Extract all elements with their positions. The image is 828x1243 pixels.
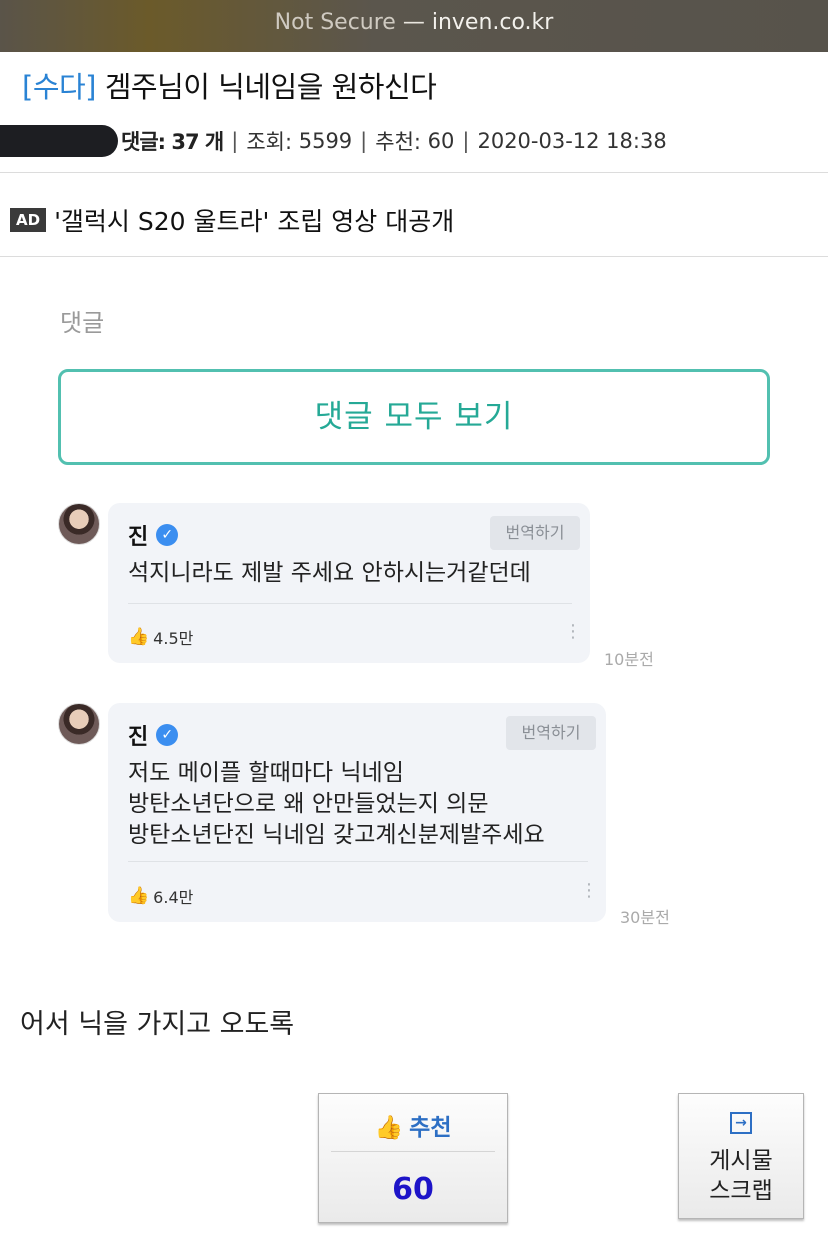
comment-text: 저도 메이플 할때마다 닉네임 방탄소년단으로 왜 안만들었는지 의문 방탄소년… — [128, 760, 545, 848]
comment-author[interactable]: 진 ✓ — [128, 519, 179, 551]
views-label: 조회: — [246, 130, 293, 154]
recommend-button-label: 추천 — [409, 1115, 452, 1141]
post-body-text: 어서 닉을 가지고 오도록 — [20, 1009, 295, 1040]
scrap-post-button[interactable]: → 게시물 스크랩 — [678, 1093, 804, 1219]
verified-check-icon: ✓ — [156, 724, 179, 746]
translate-button[interactable]: 번역하기 — [490, 516, 580, 550]
comments-number: 37 — [171, 130, 199, 154]
scrap-icon: → — [730, 1112, 752, 1134]
recommend-divider — [331, 1151, 495, 1152]
comment-divider — [128, 603, 572, 604]
recommend-button-count: 60 — [392, 1172, 434, 1207]
comment-time: 10분전 — [604, 650, 654, 669]
comment-bubble: 진 ✓ 번역하기 저도 메이플 할때마다 닉네임 방탄소년단으로 왜 안만들었는… — [108, 703, 606, 922]
comment-author[interactable]: 진 ✓ — [128, 719, 179, 751]
author-name: 진 — [128, 525, 149, 550]
thumbs-up-icon: 👍 — [374, 1115, 404, 1141]
post-title-text: 겜주님이 닉네임을 원하신다 — [104, 70, 437, 104]
comment-text: 석지니라도 제발 주세요 안하시는거같던데 — [128, 560, 531, 586]
divider — [0, 256, 828, 257]
post-category[interactable]: [수다] — [22, 70, 97, 104]
scrap-label: 게시물 스크랩 — [709, 1148, 773, 1204]
recommend-count: 60 — [427, 129, 455, 153]
like-button[interactable]: 👍 6.4만 — [128, 884, 193, 908]
comment-divider — [128, 861, 588, 862]
views-count: 5599 — [298, 129, 353, 153]
ad-text: '갤럭시 S20 울트라' 조립 영상 대공개 — [54, 207, 455, 236]
more-options-icon[interactable]: ⋮ — [564, 621, 582, 642]
like-count: 4.5만 — [153, 629, 194, 648]
thumbs-up-icon: 👍 — [128, 886, 150, 906]
comment-bubble: 진 ✓ 번역하기 석지니라도 제발 주세요 안하시는거같던데 👍 4.5만 ⋮ — [108, 503, 590, 663]
security-status: Not Secure — [274, 10, 396, 35]
comments-label: 댓글: — [121, 130, 166, 154]
browser-url-bar[interactable]: Not Secure — inven.co.kr — [0, 0, 828, 52]
recommend-header: 👍 추천 — [319, 1108, 507, 1142]
like-button[interactable]: 👍 4.5만 — [128, 625, 193, 649]
author-name: 진 — [128, 725, 149, 750]
url-host: inven.co.kr — [431, 10, 554, 35]
comments-section-label: 댓글 — [60, 309, 105, 337]
comments-count[interactable]: 댓글: 37 개 — [121, 126, 224, 156]
comments-unit: 개 — [204, 130, 224, 154]
ad-badge: AD — [10, 208, 47, 232]
post-meta: 댓글: 37 개 | 조회: 5599 | 추천: 60 | 2020-03-1… — [0, 124, 667, 158]
view-all-comments-button[interactable]: 댓글 모두 보기 — [58, 369, 770, 465]
more-options-icon[interactable]: ⋮ — [580, 880, 598, 901]
recommend-button[interactable]: 👍 추천 60 — [318, 1093, 508, 1223]
avatar[interactable] — [58, 503, 100, 545]
redacted-author — [0, 125, 118, 157]
url-dash: — — [402, 10, 425, 35]
like-count: 6.4만 — [153, 888, 194, 907]
comment-time: 30분전 — [620, 908, 670, 927]
post-title: [수다] 겜주님이 닉네임을 원하신다 — [22, 64, 437, 106]
verified-check-icon: ✓ — [156, 524, 179, 546]
meta-separator: | — [360, 129, 368, 153]
meta-separator: | — [462, 129, 470, 153]
ad-banner[interactable]: AD '갤럭시 S20 울트라' 조립 영상 대공개 — [10, 202, 454, 238]
recommend-label: 추천: — [375, 130, 421, 154]
translate-button[interactable]: 번역하기 — [506, 716, 596, 750]
avatar[interactable] — [58, 703, 100, 745]
thumbs-up-icon: 👍 — [128, 627, 150, 647]
post-date: 2020-03-12 18:38 — [477, 129, 667, 153]
divider — [0, 172, 828, 173]
meta-separator: | — [231, 129, 239, 153]
